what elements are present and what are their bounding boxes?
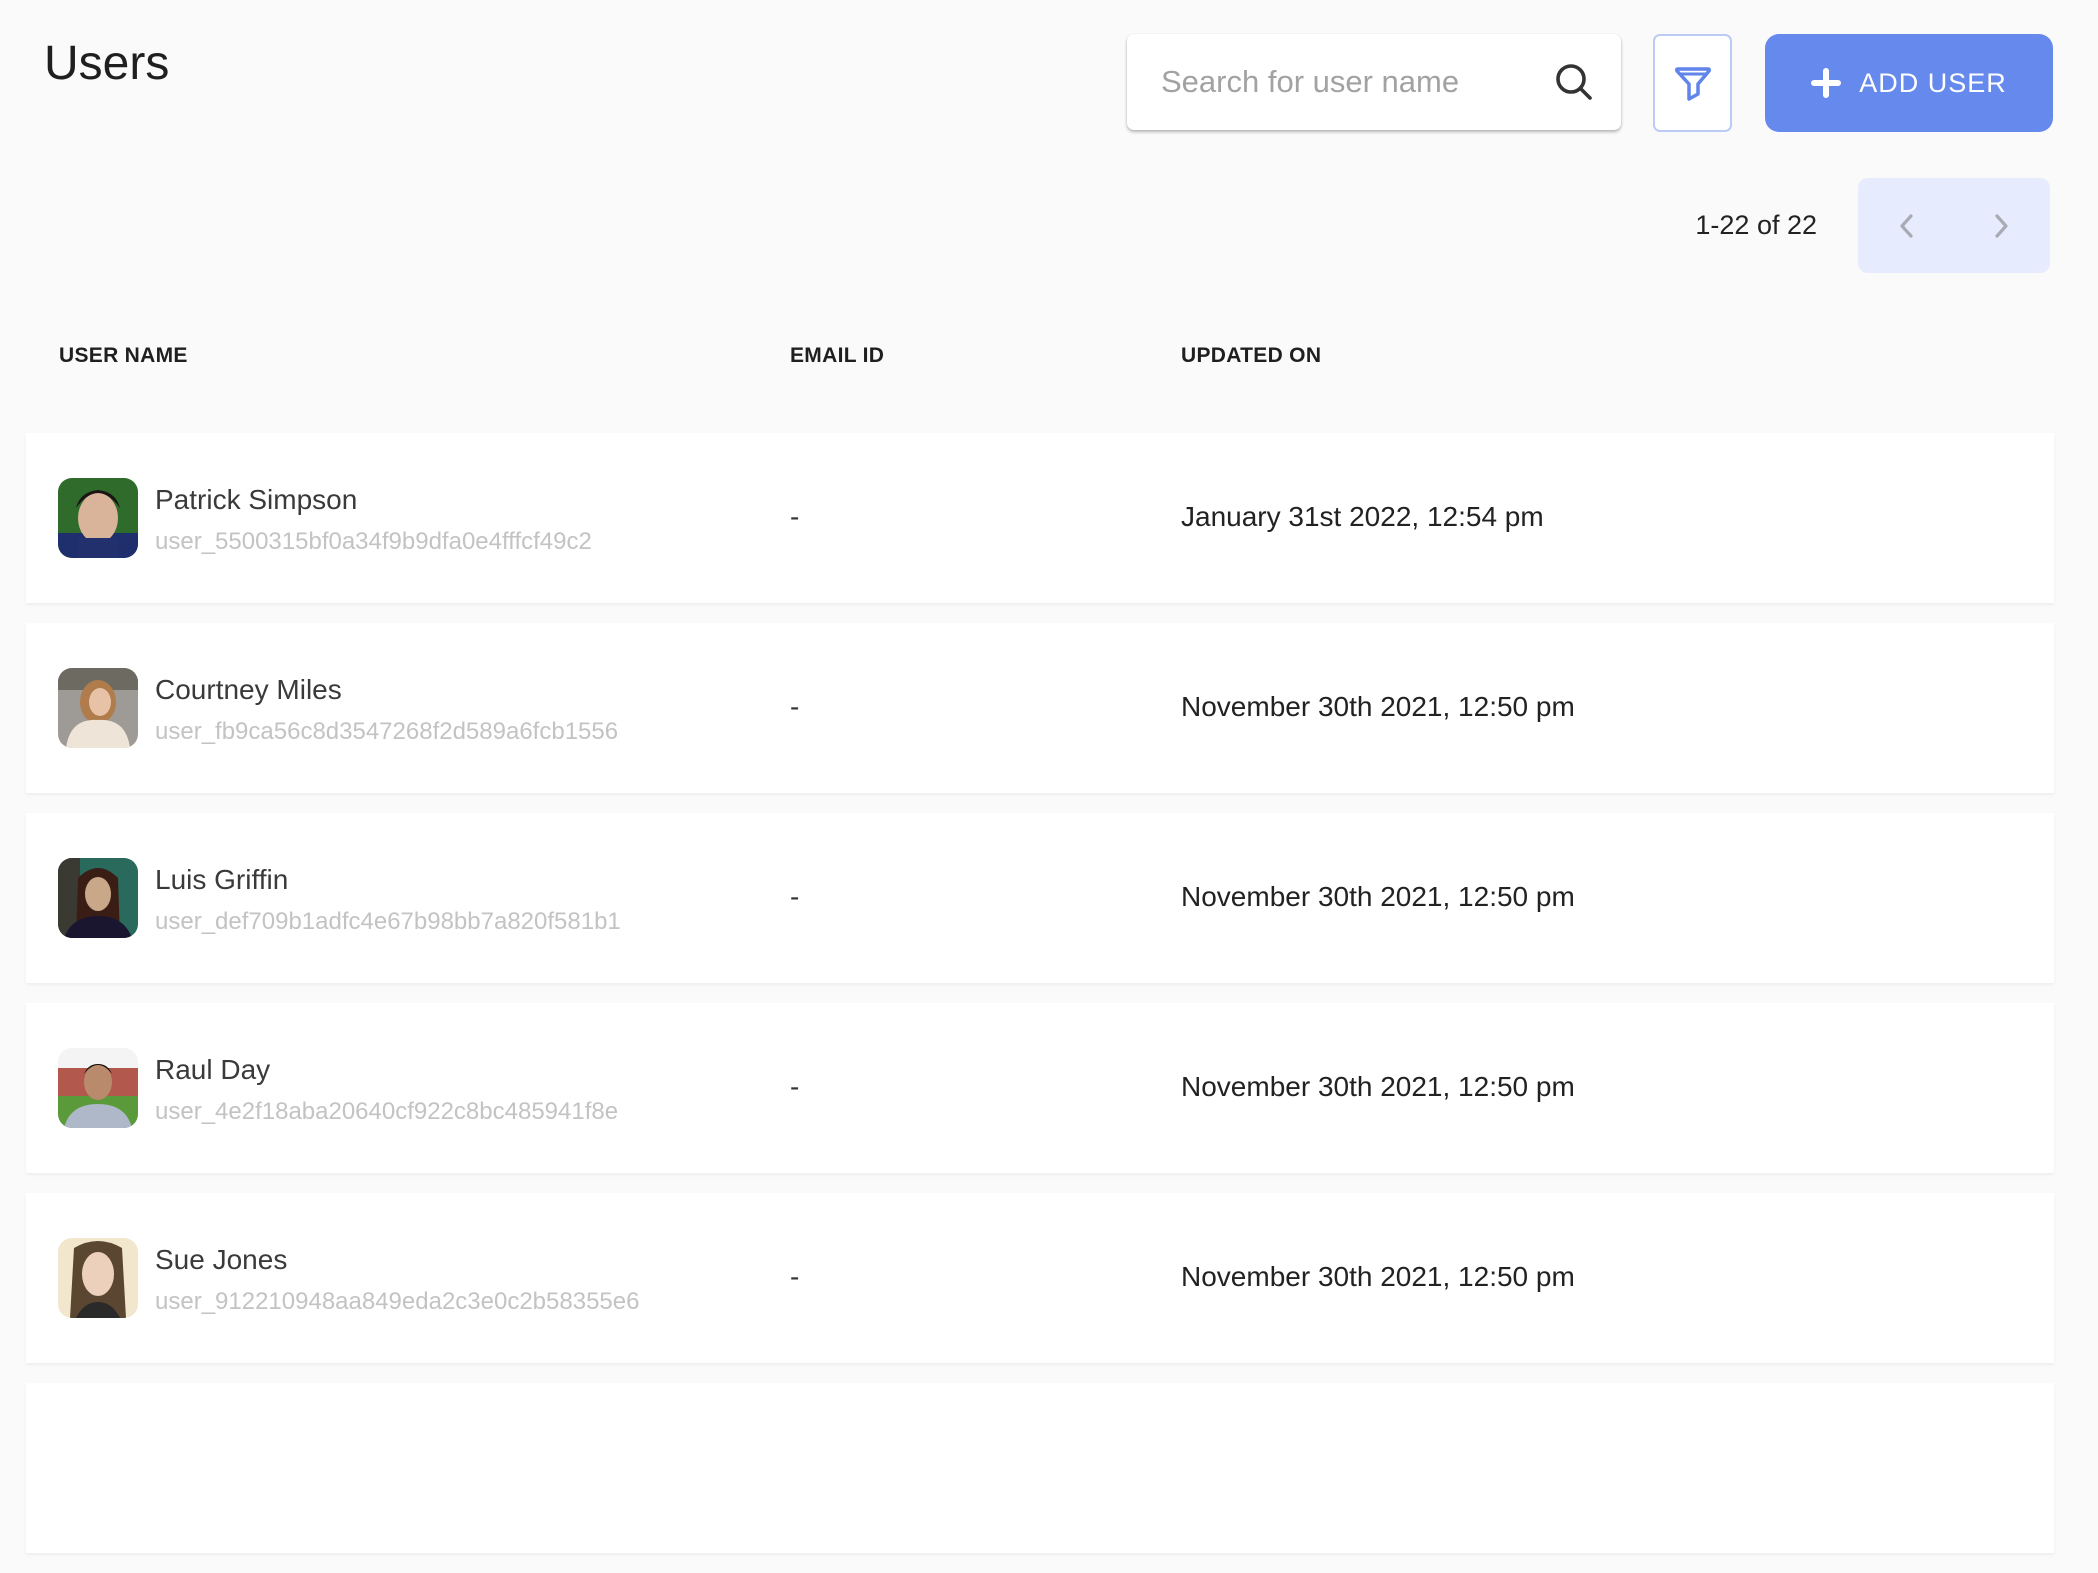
user-updated-on: November 30th 2021, 12:50 pm	[1181, 881, 1575, 912]
user-email: -	[790, 881, 800, 912]
user-name[interactable]: Courtney Miles	[155, 673, 342, 707]
pagination-controls	[1858, 178, 2050, 273]
pagination-range: 1-22 of 22	[1695, 210, 1817, 240]
user-email: -	[790, 691, 800, 722]
page-title: Users	[44, 37, 170, 90]
search-input[interactable]	[1161, 34, 1541, 130]
user-name[interactable]: Sue Jones	[155, 1243, 287, 1277]
search-box[interactable]	[1127, 34, 1621, 130]
table-row[interactable]: Sue Jones user_912210948aa849eda2c3e0c2b…	[26, 1193, 2054, 1363]
table-row[interactable]: Patrick Simpson user_5500315bf0a34f9b9df…	[26, 433, 2054, 603]
user-id: user_912210948aa849eda2c3e0c2b58355e6	[155, 1288, 640, 1315]
user-updated-on: January 31st 2022, 12:54 pm	[1181, 501, 1544, 532]
user-updated-on: November 30th 2021, 12:50 pm	[1181, 1261, 1575, 1292]
user-name[interactable]: Patrick Simpson	[155, 483, 357, 517]
user-name[interactable]: Luis Griffin	[155, 863, 288, 897]
user-email: -	[790, 1261, 800, 1292]
avatar	[58, 668, 138, 748]
table-row[interactable]: Luis Griffin user_def709b1adfc4e67b98bb7…	[26, 813, 2054, 983]
filter-icon	[1674, 67, 1711, 101]
user-email: -	[790, 1071, 800, 1102]
user-updated-on: November 30th 2021, 12:50 pm	[1181, 691, 1575, 722]
column-header-user-name[interactable]: USER NAME	[59, 344, 188, 368]
table-row-partial[interactable]	[26, 1383, 2054, 1553]
user-id: user_5500315bf0a34f9b9dfa0e4fffcf49c2	[155, 528, 592, 555]
chevron-right-icon	[1995, 213, 2008, 238]
user-id: user_4e2f18aba20640cf922c8bc485941f8e	[155, 1098, 619, 1125]
user-id: user_fb9ca56c8d3547268f2d589a6fcb1556	[155, 718, 619, 745]
add-user-button[interactable]: ADD USER	[1765, 34, 2053, 132]
user-id: user_def709b1adfc4e67b98bb7a820f581b1	[155, 908, 621, 935]
plus-icon	[1811, 68, 1842, 98]
user-email: -	[790, 501, 800, 532]
avatar	[58, 858, 138, 938]
chevron-left-icon	[1900, 213, 1913, 238]
avatar	[58, 1238, 138, 1318]
avatar	[58, 478, 138, 558]
table-row[interactable]: Raul Day user_4e2f18aba20640cf922c8bc485…	[26, 1003, 2054, 1173]
column-header-updated-on[interactable]: UPDATED ON	[1181, 344, 1321, 368]
filter-button[interactable]	[1653, 34, 1732, 132]
user-name[interactable]: Raul Day	[155, 1053, 270, 1087]
table-row[interactable]: Courtney Miles user_fb9ca56c8d3547268f2d…	[26, 623, 2054, 793]
search-icon[interactable]	[1553, 61, 1595, 103]
add-user-label: ADD USER	[1859, 67, 2007, 98]
users-table-body: Patrick Simpson user_5500315bf0a34f9b9df…	[26, 433, 2054, 1573]
next-page-button[interactable]	[1954, 178, 2050, 273]
previous-page-button[interactable]	[1858, 178, 1954, 273]
user-updated-on: November 30th 2021, 12:50 pm	[1181, 1071, 1575, 1102]
avatar	[58, 1048, 138, 1128]
column-header-email-id[interactable]: EMAIL ID	[790, 344, 884, 368]
